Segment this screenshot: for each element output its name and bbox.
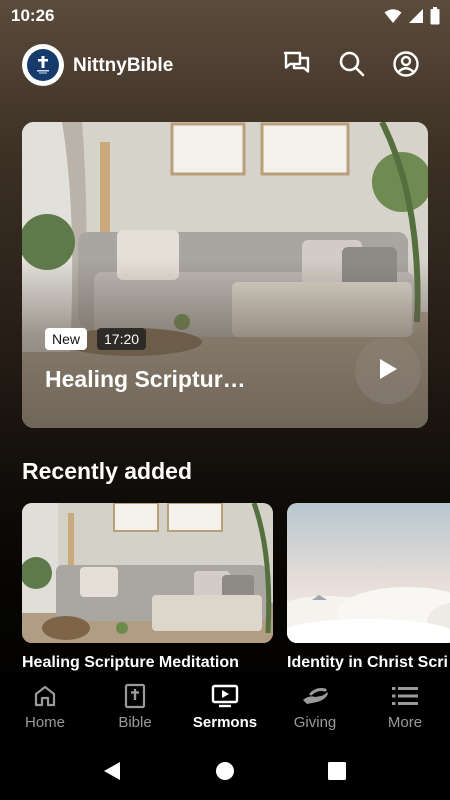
sermon-thumbnail[interactable] (22, 503, 273, 643)
sermon-title: Healing Scripture Meditation (22, 654, 239, 671)
account-icon (392, 50, 420, 83)
chat-icon (283, 51, 311, 82)
home-circle-icon (215, 761, 235, 786)
tv-play-icon (211, 682, 239, 710)
nav-item-giving[interactable]: Giving (270, 672, 360, 748)
status-icons (384, 7, 440, 30)
living-room-thumbnail-image (22, 503, 273, 643)
recents-button[interactable] (322, 758, 352, 788)
home-icon (31, 682, 59, 710)
back-button[interactable] (97, 758, 127, 788)
hero-badges: New 17:20 (45, 328, 147, 350)
nav-label: Bible (118, 714, 152, 731)
battery-icon (430, 7, 440, 30)
nav-item-sermons[interactable]: Sermons (180, 672, 270, 748)
duration-badge: 17:20 (97, 328, 147, 350)
new-badge: New (45, 328, 88, 350)
app-title: NittnyBible (73, 55, 174, 76)
hero-title: Healing Scriptur… (45, 366, 246, 392)
sermon-title: Identity in Christ Scri (287, 654, 448, 671)
nav-item-more[interactable]: More (360, 672, 450, 748)
chat-button[interactable] (282, 51, 312, 81)
wifi-icon (384, 8, 402, 29)
search-icon (338, 50, 366, 83)
account-button[interactable] (391, 50, 421, 83)
recents-icon (327, 761, 347, 786)
nav-item-home[interactable]: Home (0, 672, 90, 748)
search-button[interactable] (337, 51, 367, 81)
menu-list-icon (391, 682, 419, 710)
app-logo[interactable] (22, 44, 64, 86)
play-button[interactable] (355, 338, 421, 404)
cellular-signal-icon (408, 8, 424, 29)
bible-icon (121, 682, 149, 710)
nav-label: More (387, 714, 423, 731)
nav-label: Giving (293, 714, 337, 731)
giving-hand-icon (301, 682, 329, 710)
home-system-button[interactable] (210, 758, 240, 788)
status-time: 10:26 (11, 6, 55, 25)
bottom-navigation: Home Bible Sermons Giving More (0, 672, 450, 748)
sermon-thumbnail[interactable] (287, 503, 450, 643)
featured-sermon-card[interactable]: New 17:20 Healing Scriptur… (22, 122, 428, 428)
nav-label: Sermons (192, 714, 258, 731)
back-icon (102, 760, 122, 787)
nav-item-bible[interactable]: Bible (90, 672, 180, 748)
app-screen: 10:26 NittnyBible New 17:20 Healing Scri… (0, 0, 450, 800)
recently-added-heading: Recently added (22, 458, 192, 484)
system-navigation-bar (0, 748, 450, 800)
nav-label: Home (24, 714, 65, 731)
cross-logo-icon (27, 49, 59, 81)
play-icon (377, 357, 399, 386)
status-bar: 10:26 (0, 0, 450, 32)
clouds-thumbnail-image (287, 503, 450, 643)
app-header: NittnyBible (0, 44, 450, 88)
